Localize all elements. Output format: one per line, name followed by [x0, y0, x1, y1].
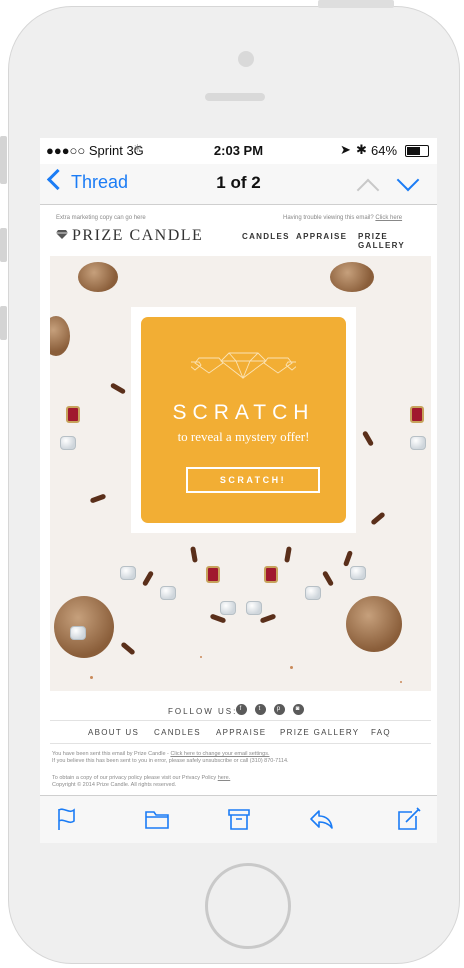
- crystal-decor: [305, 586, 321, 600]
- home-button[interactable]: [205, 863, 291, 949]
- footer-nav-about-us[interactable]: ABOUT US: [88, 728, 139, 737]
- divider: [50, 720, 431, 721]
- brand-name: PRIZE CANDLE: [72, 227, 204, 244]
- mail-toolbar: [40, 795, 437, 843]
- location-icon: ➤: [340, 142, 351, 157]
- nav-bar: Thread 1 of 2: [40, 164, 437, 205]
- crystal-decor: [70, 626, 86, 640]
- status-bar: ●●●○○ Sprint 3G ✳ 2:03 PM ➤ ✱ 64%: [40, 138, 437, 164]
- crystal-decor: [410, 436, 426, 450]
- crystal-decor: [350, 566, 366, 580]
- clove-decor: [120, 641, 136, 656]
- legal-text-1: You have been sent this email by Prize C…: [52, 751, 270, 757]
- mute-switch[interactable]: [0, 136, 7, 184]
- volume-up-button[interactable]: [0, 228, 7, 262]
- footer-nav-candles[interactable]: CANDLES: [154, 728, 201, 737]
- pre-header-text: Extra marketing copy can go here: [56, 215, 146, 221]
- compose-icon[interactable]: [396, 806, 422, 832]
- hero-image: SCRATCH to reveal a mystery offer! SCRAT…: [50, 256, 431, 691]
- crystal-decor: [60, 436, 76, 450]
- nutmeg-decor: [50, 316, 70, 356]
- nutmeg-decor: [78, 262, 118, 292]
- diamond-icon: [56, 230, 68, 239]
- power-button[interactable]: [318, 0, 394, 8]
- clove-decor: [259, 613, 277, 624]
- brand-logo[interactable]: PRIZE CANDLE: [56, 227, 203, 245]
- crystal-decor: [220, 601, 236, 615]
- crystal-decor: [246, 601, 262, 615]
- top-nav-appraise[interactable]: APPRAISE: [296, 232, 347, 241]
- scratch-subtitle: to reveal a mystery offer!: [177, 429, 310, 444]
- top-nav-candles[interactable]: CANDLES: [242, 232, 290, 241]
- follow-us-row: FOLLOW US: f t p ◙: [40, 701, 437, 721]
- clove-decor: [361, 430, 375, 447]
- pinterest-icon[interactable]: p: [274, 704, 285, 715]
- divider: [50, 743, 431, 744]
- folder-icon[interactable]: [144, 806, 170, 832]
- diamond-graphic-icon: [191, 352, 296, 379]
- speck-decor: [200, 656, 202, 658]
- volume-down-button[interactable]: [0, 306, 7, 340]
- clove-decor: [109, 382, 127, 395]
- clove-decor: [342, 550, 354, 567]
- footer-nav-appraise[interactable]: APPRAISE: [216, 728, 266, 737]
- crystal-decor: [120, 566, 136, 580]
- scratch-card[interactable]: SCRATCH to reveal a mystery offer! SCRAT…: [141, 317, 346, 523]
- crystal-decor: [160, 586, 176, 600]
- clove-decor: [190, 546, 198, 563]
- screen: ●●●○○ Sprint 3G ✳ 2:03 PM ➤ ✱ 64% Thread…: [40, 138, 437, 843]
- flag-icon[interactable]: [54, 806, 80, 832]
- speck-decor: [90, 676, 93, 679]
- view-online-link[interactable]: Click here: [375, 215, 402, 221]
- footer-nav-faq[interactable]: FAQ: [371, 728, 391, 737]
- top-nav-prize-gallery[interactable]: PRIZE GALLERY: [358, 232, 437, 250]
- email-settings-link[interactable]: Click here to change your email settings…: [170, 751, 269, 757]
- clove-decor: [284, 546, 292, 563]
- nutmeg-decor: [346, 596, 402, 652]
- twitter-icon[interactable]: t: [255, 704, 266, 715]
- legal-text-2: If you believe this has been sent to you…: [52, 758, 289, 764]
- clove-decor: [89, 493, 107, 504]
- nutmeg-decor: [330, 262, 374, 292]
- gem-decor: [264, 566, 278, 583]
- archive-icon[interactable]: [226, 806, 252, 832]
- scratch-title: SCRATCH: [172, 401, 315, 424]
- speck-decor: [290, 666, 293, 669]
- email-header: Extra marketing copy can go here Having …: [40, 205, 437, 255]
- facebook-icon[interactable]: f: [236, 704, 247, 715]
- speck-decor: [400, 681, 402, 683]
- trouble-viewing-text: Having trouble viewing this email? Click…: [283, 215, 403, 221]
- copyright-text: Copyright © 2014 Prize Candle. All right…: [52, 782, 177, 788]
- bluetooth-icon: ✱: [356, 142, 367, 157]
- gem-decor: [410, 406, 424, 423]
- clove-decor: [141, 570, 155, 587]
- camera: [238, 51, 254, 67]
- gem-decor: [206, 566, 220, 583]
- battery-icon: [405, 145, 429, 157]
- speaker: [205, 93, 265, 101]
- reply-icon[interactable]: [308, 806, 334, 832]
- gem-decor: [66, 406, 80, 423]
- legal-text-3: To obtain a copy of our privacy policy p…: [52, 775, 231, 781]
- instagram-icon[interactable]: ◙: [293, 704, 304, 715]
- follow-us-label: FOLLOW US:: [168, 707, 238, 716]
- battery-percent: 64%: [371, 143, 398, 158]
- footer-nav-prize-gallery[interactable]: PRIZE GALLERY: [280, 728, 359, 737]
- privacy-policy-link[interactable]: here.: [218, 775, 231, 781]
- scratch-button[interactable]: SCRATCH!: [186, 467, 320, 493]
- clove-decor: [321, 570, 335, 587]
- clove-decor: [370, 511, 386, 526]
